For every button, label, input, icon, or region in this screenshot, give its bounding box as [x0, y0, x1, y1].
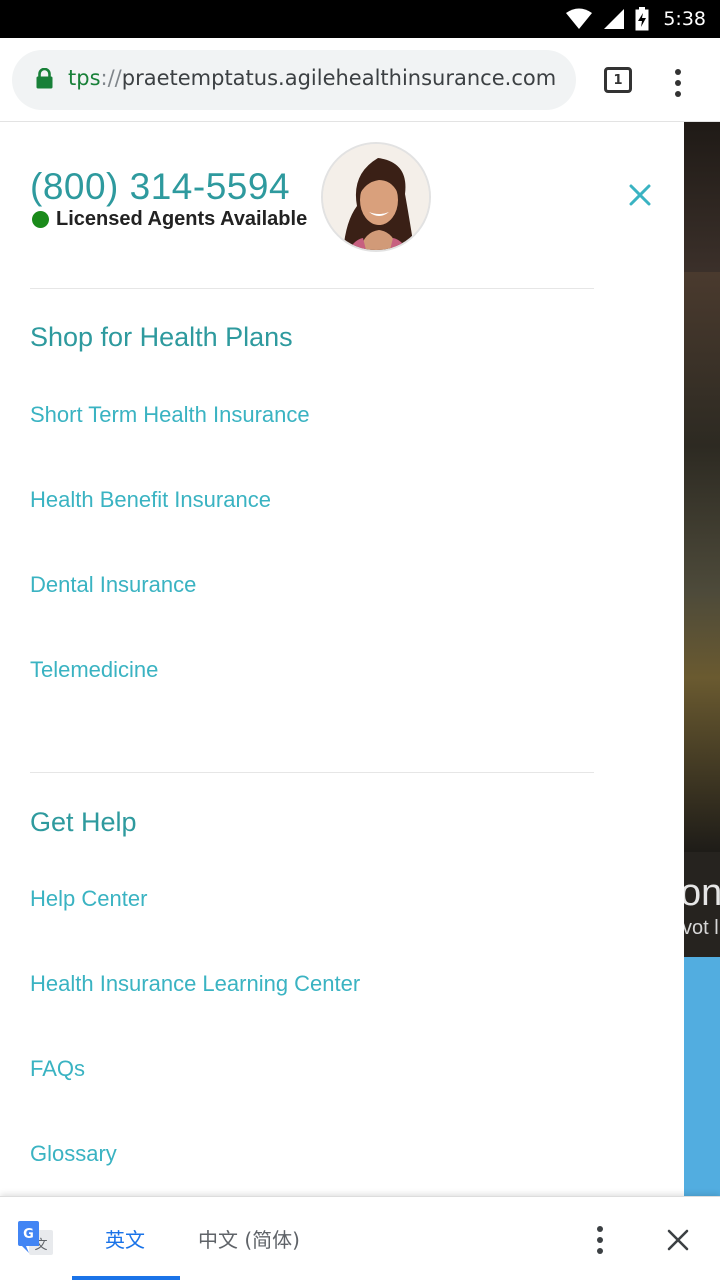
nav-link-dental[interactable]: Dental Insurance	[30, 572, 196, 598]
url-text[interactable]: tps://praetemptatus.agilehealthinsurance…	[68, 66, 556, 90]
section-title-help: Get Help	[30, 807, 137, 837]
agents-status-label: Licensed Agents Available	[56, 208, 308, 230]
status-time: 5:38	[663, 8, 706, 30]
status-dot-icon	[32, 211, 49, 228]
overflow-menu-icon[interactable]	[597, 1226, 603, 1254]
overflow-menu-icon[interactable]	[675, 69, 681, 97]
background-page: on vot l	[684, 122, 720, 1196]
background-photo	[684, 272, 720, 852]
status-bar: 5:38	[0, 0, 720, 38]
status-icons: 5:38	[565, 0, 706, 38]
tab-switcher-icon[interactable]: 1	[604, 67, 632, 93]
url-host: praetemptatus.agilehealthinsurance.com	[121, 66, 557, 90]
active-tab-indicator	[72, 1276, 180, 1280]
nav-link-glossary[interactable]: Glossary	[30, 1141, 117, 1167]
divider	[30, 288, 594, 289]
tab-count: 1	[613, 72, 623, 88]
nav-link-help-center[interactable]: Help Center	[30, 886, 147, 912]
address-bar[interactable]: tps://praetemptatus.agilehealthinsurance…	[12, 50, 576, 110]
phone-number-link[interactable]: (800) 314-5594	[30, 166, 290, 208]
background-blue-panel	[684, 957, 720, 1196]
close-drawer-icon[interactable]	[624, 179, 656, 211]
background-subtext-fragment: vot l	[684, 917, 719, 939]
close-icon[interactable]	[666, 1228, 690, 1252]
nav-link-learning-center[interactable]: Health Insurance Learning Center	[30, 971, 360, 997]
nav-link-telemedicine[interactable]: Telemedicine	[30, 657, 158, 683]
nav-link-short-term[interactable]: Short Term Health Insurance	[30, 402, 310, 428]
agent-avatar	[321, 142, 431, 252]
battery-charging-icon	[635, 7, 649, 31]
background-text-fragment: on	[684, 872, 720, 914]
divider	[30, 772, 594, 773]
url-separator: ://	[100, 66, 122, 90]
wifi-icon	[566, 8, 593, 29]
url-scheme: tps	[68, 66, 101, 90]
agent-portrait	[323, 144, 429, 250]
tab-source-language[interactable]: 英文	[105, 1224, 145, 1253]
section-title-shop: Shop for Health Plans	[30, 322, 293, 352]
browser-toolbar: tps://praetemptatus.agilehealthinsurance…	[0, 38, 720, 122]
translate-bar: 文 G 英文 中文 (简体)	[0, 1196, 720, 1280]
agents-status: Licensed Agents Available	[32, 208, 307, 231]
nav-link-faqs[interactable]: FAQs	[30, 1056, 85, 1082]
tab-target-language[interactable]: 中文 (简体)	[198, 1224, 300, 1253]
cell-signal-icon	[604, 9, 625, 29]
svg-text:G: G	[23, 1227, 34, 1242]
nav-drawer: (800) 314-5594 Licensed Agents Available…	[0, 122, 684, 1196]
background-header	[684, 122, 720, 272]
nav-link-health-benefit[interactable]: Health Benefit Insurance	[30, 487, 271, 513]
google-translate-icon: 文 G	[18, 1221, 53, 1255]
lock-icon	[36, 68, 53, 89]
